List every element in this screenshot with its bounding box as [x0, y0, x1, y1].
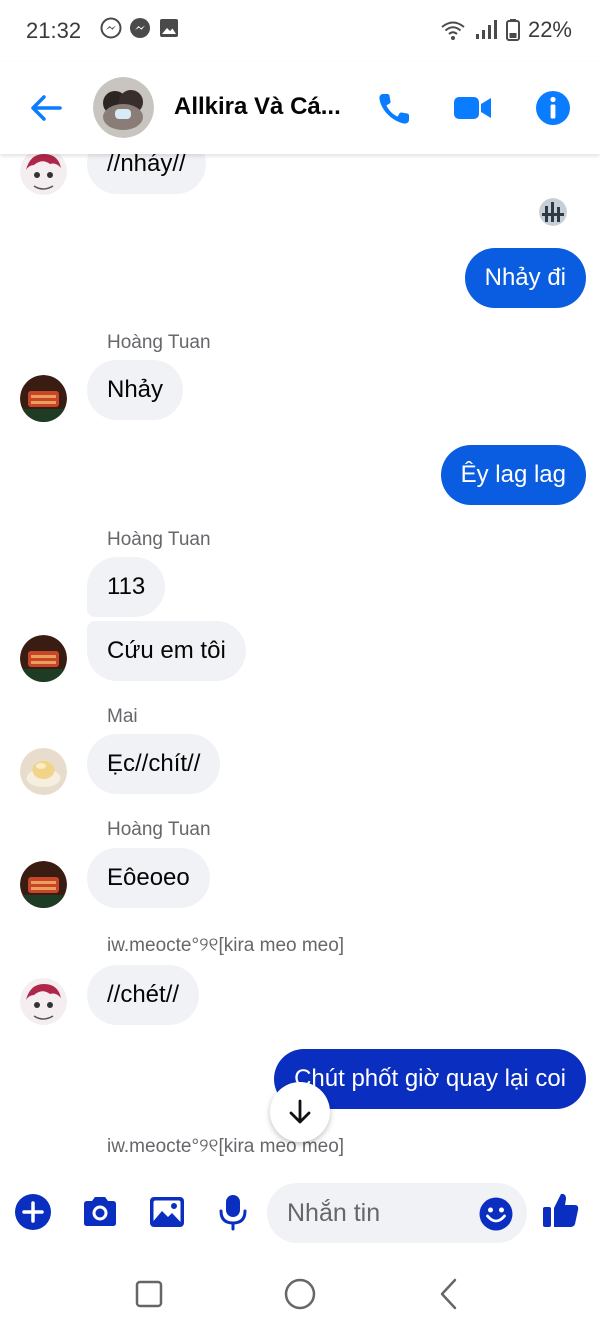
conversation-title[interactable]: Allkira Và Cá... — [174, 93, 341, 121]
messenger-icon — [100, 17, 122, 39]
back-arrow-icon[interactable] — [28, 90, 64, 126]
status-time: 21:32 — [26, 18, 82, 43]
plus-icon[interactable] — [13, 1192, 53, 1232]
composer — [0, 1166, 600, 1258]
message-bubble[interactable]: Ẹc//chít// — [87, 734, 221, 794]
home-icon[interactable] — [282, 1276, 318, 1312]
back-nav-icon[interactable] — [432, 1276, 468, 1312]
sender-name: Hoàng Tuan — [107, 529, 211, 550]
message-bubble[interactable]: Cứu em tôi — [87, 621, 246, 681]
arrow-down-icon — [289, 1099, 311, 1124]
status-bar: 21:32 22% — [0, 0, 600, 62]
messenger-icon — [130, 18, 150, 38]
sender-name: Mai — [107, 706, 138, 727]
system-nav-bar — [0, 1258, 600, 1333]
thumbs-up-icon[interactable] — [541, 1190, 581, 1230]
chat-header: Allkira Và Cá... — [0, 62, 600, 154]
status-notification-icons — [100, 17, 180, 39]
sender-avatar[interactable] — [20, 978, 67, 1025]
status-system-icons: 22% — [440, 17, 572, 43]
sender-name: Hoàng Tuan — [107, 819, 211, 840]
sender-avatar[interactable] — [20, 861, 67, 908]
message-bubble[interactable]: Nhảy — [87, 360, 184, 420]
battery-icon — [505, 19, 520, 41]
message-bubble[interactable]: Nhảy đi — [464, 248, 586, 308]
gallery-icon[interactable] — [147, 1192, 187, 1232]
info-icon[interactable] — [533, 88, 573, 128]
sender-avatar[interactable] — [20, 154, 67, 195]
video-call-icon[interactable] — [453, 88, 493, 128]
read-receipt-avatar — [539, 198, 567, 226]
message-bubble[interactable]: //chét// — [87, 965, 200, 1025]
emoji-icon[interactable] — [478, 1196, 514, 1232]
phone-icon[interactable] — [375, 88, 415, 128]
sender-name: iw.meocte°୨୧[kira meo meo] — [107, 935, 345, 956]
message-bubble[interactable]: Êy lag lag — [440, 445, 586, 505]
sender-avatar[interactable] — [20, 375, 67, 422]
sender-avatar[interactable] — [20, 748, 67, 795]
message-bubble[interactable]: Eôeoeo — [87, 848, 210, 908]
scroll-to-bottom-button[interactable] — [270, 1082, 330, 1142]
microphone-icon[interactable] — [213, 1192, 253, 1232]
gallery-icon — [160, 19, 178, 37]
sender-name: Hoàng Tuan — [107, 332, 211, 353]
group-avatar[interactable] — [93, 77, 154, 138]
sender-avatar[interactable] — [20, 635, 67, 682]
message-bubble[interactable]: 113 — [87, 557, 166, 617]
message-list[interactable]: //nháy// Nhảy đi Hoàng Tuan Nhảy Êy lag … — [0, 154, 600, 1166]
recent-apps-icon[interactable] — [131, 1276, 167, 1312]
wifi-icon — [441, 21, 465, 40]
message-bubble[interactable]: //nháy// — [87, 154, 206, 194]
camera-icon[interactable] — [80, 1192, 120, 1232]
battery-percent: 22% — [527, 17, 572, 42]
signal-icon — [475, 20, 497, 39]
